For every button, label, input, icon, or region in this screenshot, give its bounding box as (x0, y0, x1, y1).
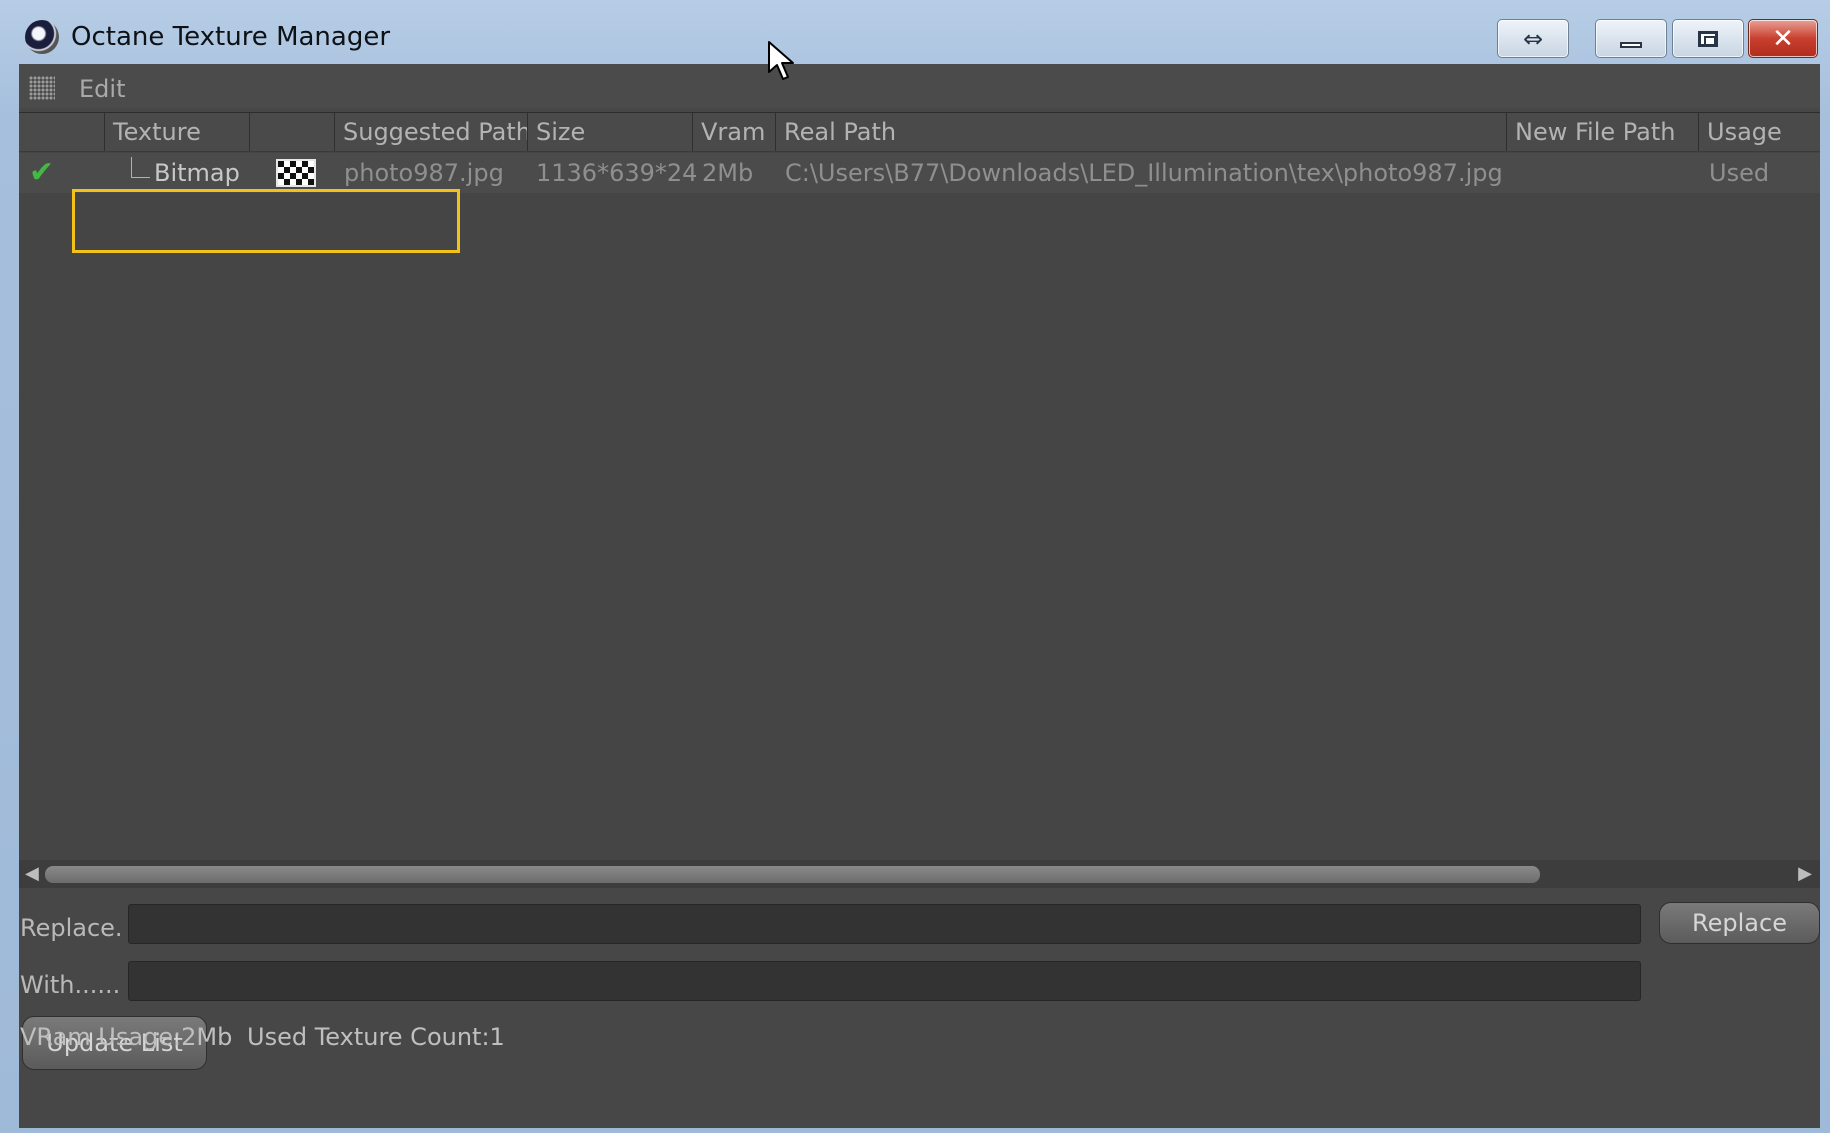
cell-size: 1136*639*24 (536, 159, 698, 187)
scroll-right-icon[interactable]: ▶ (1798, 863, 1812, 884)
vram-usage-status: VRam Usage:2Mb (20, 1023, 233, 1051)
scrollbar-thumb[interactable] (45, 866, 1540, 883)
table-row[interactable]: ✔ Bitmap photo987.jpg 1136*639*24 2Mb C:… (19, 153, 1820, 193)
grip-icon[interactable] (29, 76, 55, 100)
with-label: With...... (20, 971, 121, 999)
cell-usage: Used (1709, 159, 1770, 187)
highlight-box (72, 189, 460, 253)
checker-texture-icon (276, 159, 316, 187)
close-button[interactable]: ✕ (1748, 19, 1818, 58)
resize-button[interactable]: ⇔ (1497, 19, 1569, 58)
replace-button[interactable]: Replace (1659, 902, 1820, 944)
close-icon: ✕ (1772, 23, 1794, 54)
column-header-preview[interactable] (249, 113, 334, 151)
maximize-button[interactable] (1672, 19, 1744, 58)
maximize-icon (1698, 30, 1718, 47)
column-header-real-path[interactable]: Real Path (775, 113, 1506, 151)
with-input[interactable] (128, 961, 1641, 1001)
column-header-new-file-path[interactable]: New File Path (1506, 113, 1698, 151)
minimize-button[interactable] (1595, 19, 1667, 58)
table-header: Texture Suggested Path Size Vram Real Pa… (19, 113, 1820, 152)
client-area: Edit Texture Suggested Path Size Vram Re… (19, 64, 1820, 1128)
double-arrow-icon: ⇔ (1522, 24, 1544, 53)
title-bar[interactable]: Octane Texture Manager ⇔ ✕ (0, 0, 1830, 64)
column-header-size[interactable]: Size (527, 113, 692, 151)
cell-suggested-path: photo987.jpg (344, 159, 504, 187)
check-icon: ✔ (29, 155, 55, 190)
cinema4d-app-icon[interactable] (25, 20, 59, 54)
column-header-vram[interactable]: Vram (692, 113, 775, 151)
column-header-texture[interactable]: Texture (104, 113, 249, 151)
scroll-left-icon[interactable]: ◀ (25, 863, 39, 884)
column-header-usage[interactable]: Usage (1698, 113, 1820, 151)
cell-texture: Bitmap (154, 159, 240, 187)
window-title: Octane Texture Manager (71, 22, 391, 52)
horizontal-scrollbar[interactable]: ◀ ▶ (19, 860, 1820, 888)
texture-table: Texture Suggested Path Size Vram Real Pa… (19, 112, 1820, 861)
cell-vram: 2Mb (702, 159, 754, 187)
octane-texture-manager-window: Octane Texture Manager ⇔ ✕ Edit Texture … (0, 0, 1830, 1133)
replace-input[interactable] (128, 904, 1641, 944)
menu-bar: Edit (19, 64, 1820, 108)
menu-edit[interactable]: Edit (79, 75, 125, 103)
minimize-icon (1620, 41, 1642, 48)
column-header-status[interactable] (19, 113, 104, 151)
mouse-cursor-icon (768, 41, 794, 80)
replace-label: Replace. (20, 914, 123, 942)
cell-real-path: C:\Users\B77\Downloads\LED_Illumination\… (785, 159, 1503, 187)
column-header-suggested-path[interactable]: Suggested Path (334, 113, 527, 151)
texture-count-status: Used Texture Count:1 (247, 1023, 505, 1051)
tree-branch-icon (131, 157, 150, 178)
